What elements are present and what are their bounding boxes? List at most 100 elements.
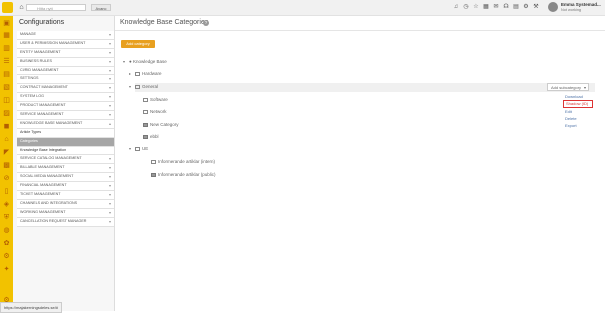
tree-node-general[interactable]: ▾ General <box>129 84 158 89</box>
bell-icon[interactable]: ♫ <box>452 3 460 11</box>
tools-icon[interactable]: ⚒ <box>532 3 540 11</box>
shield-icon[interactable]: ⛨ <box>2 213 11 222</box>
sidebar-item-label: SYSTEM LOG <box>20 94 44 99</box>
chevron-down-icon: ▾ <box>108 200 111 206</box>
menu-item-edit[interactable]: Edit <box>563 108 593 115</box>
assets-icon[interactable]: ▥ <box>2 44 11 53</box>
gear-icon[interactable]: ⚙ <box>2 252 11 261</box>
sidebar-item-label: BUSINESS RULES <box>20 58 52 63</box>
tree-node-label: General <box>142 84 159 89</box>
chevron-down-icon: ▾ <box>583 85 586 90</box>
sidebar-subitem-kb-integration[interactable]: Knowledge Base Integration <box>17 146 114 156</box>
chevron-down-icon: ▾ <box>108 94 111 100</box>
sidebar-item-knowledge-base[interactable]: KNOWLEDGE BASE MANAGEMENT ▴ <box>17 119 114 129</box>
tree-node-new-category[interactable]: New Category <box>137 122 179 127</box>
sidebar-item-settings[interactable]: SETTINGS ▾ <box>17 75 114 85</box>
sidebar-item-service[interactable]: SERVICE MANAGEMENT ▾ <box>17 111 114 120</box>
chevron-down-icon: ▾ <box>108 103 111 109</box>
tree-node-ue[interactable]: ▾ UE <box>129 146 148 151</box>
sidebar-item-product[interactable]: PRODUCT MANAGEMENT ▾ <box>17 102 114 112</box>
sidebar-item-label: SERVICE MANAGEMENT <box>20 112 64 117</box>
folder-icon <box>151 159 156 164</box>
grid-icon[interactable]: ▦ <box>482 3 490 11</box>
tree-node-label: Hardware <box>142 71 162 76</box>
headset-icon[interactable]: ☊ <box>502 3 510 11</box>
sidebar-item-user-permission[interactable]: USER & PERMISSION MANAGEMENT ▾ <box>17 39 114 49</box>
chevron-down-icon: ▾ <box>108 174 111 180</box>
tree-node-informerande-intern[interactable]: Informerande artiklar (intern) <box>145 159 215 164</box>
home-icon[interactable]: ⌂ <box>17 3 26 12</box>
calendar-icon[interactable]: ▤ <box>512 3 520 11</box>
chat-icon[interactable]: ◼ <box>2 122 11 131</box>
puzzle-icon[interactable]: ✦ <box>2 265 11 274</box>
sidebar-item-financial[interactable]: FINANCIAL MANAGEMENT ▾ <box>17 182 114 192</box>
menu-item-delete[interactable]: Delete <box>563 115 593 122</box>
home-icon[interactable]: ▣ <box>2 19 11 28</box>
block-icon[interactable]: ⊘ <box>2 174 11 183</box>
megaphone-icon[interactable]: ◤ <box>2 148 11 157</box>
clock-icon[interactable]: ◷ <box>462 3 470 11</box>
tree-node-label: ebbl <box>150 134 159 139</box>
tree-node-hardware[interactable]: ▸ Hardware <box>129 71 162 76</box>
list-icon[interactable]: ▧ <box>2 83 11 92</box>
sidebar-item-cirid[interactable]: CI/RID MANAGEMENT ▾ <box>17 66 114 76</box>
add-category-button[interactable]: Add category <box>121 40 155 48</box>
sidebar-item-system-log[interactable]: SYSTEM LOG ▾ <box>17 93 114 103</box>
sidebar-item-channels[interactable]: CHANNELS AND INTEGRATIONS ▾ <box>17 199 114 209</box>
flower-icon[interactable]: ✿ <box>2 239 11 248</box>
sidebar-item-label: Categories <box>20 138 38 143</box>
chat-icon[interactable]: ✉ <box>492 3 500 11</box>
sidebar-item-ticket[interactable]: TICKET MANAGEMENT ▾ <box>17 191 114 200</box>
tree-node-label: Software <box>150 97 168 102</box>
sidebar-item-label: ENTITY MANAGEMENT <box>20 49 61 54</box>
sidebar-item-label: PRODUCT MANAGEMENT <box>20 103 66 108</box>
book-icon[interactable]: ▩ <box>2 161 11 170</box>
shop-icon[interactable]: ⌂ <box>2 135 11 144</box>
tree-node-root[interactable]: ▾ ● Knowledge Base <box>123 59 167 64</box>
tree-node-software[interactable]: Software <box>137 97 168 102</box>
document-icon[interactable]: ▯ <box>2 187 11 196</box>
sidebar-item-label: KNOWLEDGE BASE MANAGEMENT <box>20 120 83 125</box>
add-subcategory-dropdown[interactable]: Add subcategory ▾ <box>547 83 589 91</box>
menu-item-shadow[interactable]: Shadow (ID) <box>563 100 593 108</box>
tree-node-label: Network <box>150 109 167 114</box>
sidebar-item-entity[interactable]: ENTITY MANAGEMENT ▾ <box>17 48 114 58</box>
sidebar-item-manage[interactable]: MANAGE ▾ <box>17 31 114 40</box>
tickets-icon[interactable]: ▦ <box>2 31 11 40</box>
sidebar-subitem-article-types[interactable]: Article Types <box>17 128 114 138</box>
bulb-icon[interactable]: ◍ <box>2 226 11 235</box>
menu-item-export[interactable]: Export <box>563 122 593 129</box>
users-icon[interactable]: ☰ <box>2 57 11 66</box>
sidebar-item-working[interactable]: WORKING MANAGEMENT ▾ <box>17 208 114 218</box>
title-divider <box>115 30 605 31</box>
sidebar-item-billable[interactable]: BILLABLE MANAGEMENT ▾ <box>17 164 114 174</box>
tree-node-ebbl[interactable]: ebbl <box>137 134 159 139</box>
sidebar-item-label: SERVICE CATALOG MANAGEMENT <box>20 156 82 161</box>
sidebar-item-service-catalog[interactable]: SERVICE CATALOG MANAGEMENT ▾ <box>17 155 114 165</box>
calendar-icon[interactable]: ▤ <box>2 70 11 79</box>
sidebar-item-cancellation[interactable]: CANCELLATION REQUEST MANAGER ▾ <box>17 217 114 227</box>
contracts-icon[interactable]: ▨ <box>2 109 11 118</box>
dropdown-label: Add subcategory <box>551 85 582 90</box>
sidebar-item-label: SOCIAL MEDIA MANAGEMENT <box>20 174 74 179</box>
tree-node-network[interactable]: Network <box>137 109 167 114</box>
search-input[interactable]: Hitta nytt <box>26 4 86 11</box>
tree-node-informerande-public[interactable]: Informerande artiklar (public) <box>145 172 216 177</box>
sidebar-item-contract[interactable]: CONTRACT MANAGEMENT ▾ <box>17 84 114 94</box>
help-icon[interactable]: ? <box>203 20 209 26</box>
sidebar-subitem-categories[interactable]: Categories <box>17 137 114 147</box>
tag-icon[interactable]: ◈ <box>2 200 11 209</box>
menu-item-download[interactable]: Download <box>563 93 593 100</box>
folder-icon <box>143 122 148 127</box>
app-logo[interactable] <box>2 2 13 13</box>
chevron-down-icon: ▾ <box>108 165 111 171</box>
page-title: Knowledge Base Categories <box>120 19 209 26</box>
sidebar-item-social-media[interactable]: SOCIAL MEDIA MANAGEMENT ▾ <box>17 173 114 183</box>
star-icon[interactable]: ☆ <box>472 3 480 11</box>
advanced-search-button[interactable]: Avanc <box>91 4 111 11</box>
avatar[interactable] <box>548 2 558 12</box>
sidebar-item-business-rules[interactable]: BUSINESS RULES ▾ <box>17 57 114 67</box>
chevron-down-icon: ▾ <box>108 32 111 37</box>
reports-icon[interactable]: ◫ <box>2 96 11 105</box>
settings-icon[interactable]: ⚙ <box>522 3 530 11</box>
